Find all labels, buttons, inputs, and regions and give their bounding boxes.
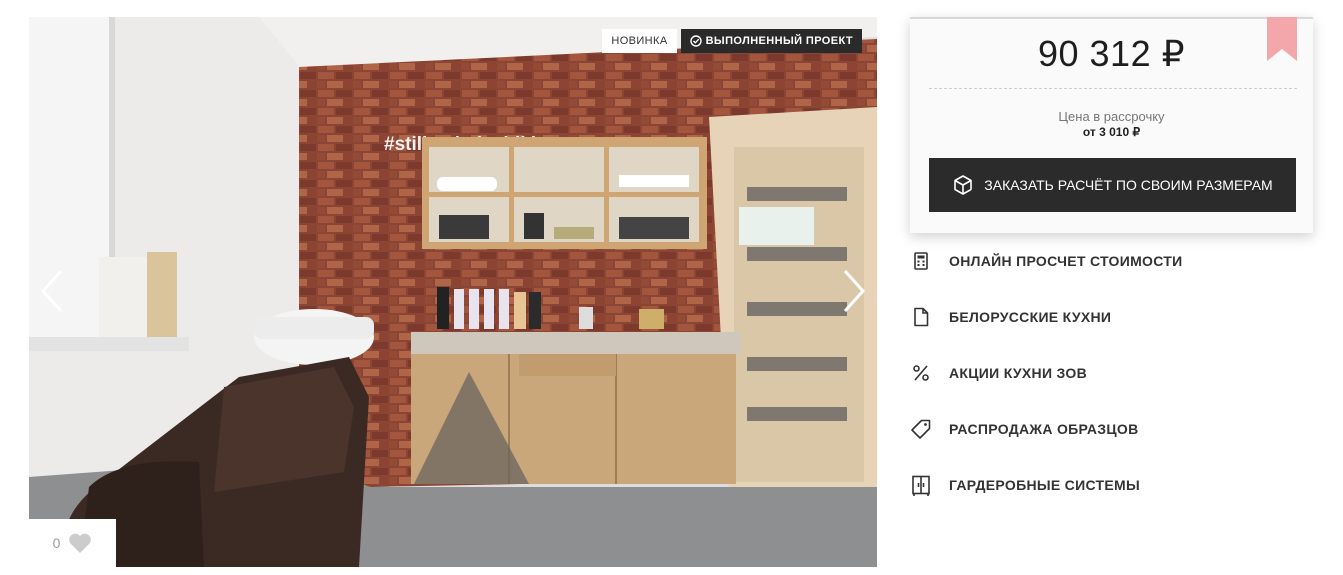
link-sample-sale[interactable]: РАСПРОДАЖА ОБРАЗЦОВ (910, 401, 1310, 457)
installment-value: от 3 010 ₽ (1082, 125, 1141, 139)
check-circle-icon (689, 35, 702, 47)
next-slide-button[interactable] (839, 269, 869, 313)
completed-project-label: ВЫПОЛНЕННЫЙ ПРОЕКТ (705, 35, 853, 47)
link-label: РАСПРОДАЖА ОБРАЗЦОВ (949, 421, 1139, 437)
like-count: 0 (52, 535, 61, 551)
document-icon (910, 306, 932, 328)
wardrobe-icon (910, 474, 932, 496)
link-label: ОНЛАЙН ПРОСЧЕТ СТОИМОСТИ (949, 253, 1183, 269)
product-photo: #stilist_balashikha (29, 17, 877, 567)
percent-icon (910, 362, 932, 384)
badges: НОВИНКА ВЫПОЛНЕННЫЙ ПРОЕКТ (602, 29, 862, 53)
new-badge: НОВИНКА (602, 29, 677, 53)
like-button[interactable]: 0 (29, 519, 116, 567)
heart-icon (69, 533, 92, 553)
price-card: 90 312 ₽ Цена в рассрочку от 3 010 ₽ ЗАК… (910, 17, 1313, 233)
installment-label: Цена в рассрочку (1058, 109, 1165, 124)
link-label: АКЦИИ КУХНИ ЗОВ (949, 365, 1087, 381)
link-label: БЕЛОРУССКИЕ КУХНИ (949, 309, 1112, 325)
calculator-icon (910, 250, 932, 272)
link-promotions[interactable]: АКЦИИ КУХНИ ЗОВ (910, 345, 1310, 401)
product-gallery: #stilist_balashikha (29, 17, 877, 567)
link-online-calculation[interactable]: ОНЛАЙН ПРОСЧЕТ СТОИМОСТИ (910, 233, 1310, 289)
chevron-left-icon (40, 269, 63, 313)
order-calculation-button[interactable]: ЗАКАЗАТЬ РАСЧЁТ ПО СВОИМ РАЗМЕРАМ (929, 158, 1296, 212)
chevron-right-icon (843, 269, 866, 313)
link-label: ГАРДЕРОБНЫЕ СИСТЕМЫ (949, 477, 1140, 493)
price-divider (929, 88, 1297, 89)
link-belarusian-kitchens[interactable]: БЕЛОРУССКИЕ КУХНИ (910, 289, 1310, 345)
link-wardrobe-systems[interactable]: ГАРДЕРОБНЫЕ СИСТЕМЫ (910, 457, 1310, 513)
info-links: ОНЛАЙН ПРОСЧЕТ СТОИМОСТИ БЕЛОРУССКИЕ КУХ… (910, 233, 1310, 513)
order-button-label: ЗАКАЗАТЬ РАСЧЁТ ПО СВОИМ РАЗМЕРАМ (984, 177, 1273, 193)
prev-slide-button[interactable] (37, 269, 67, 313)
tag-icon (910, 418, 932, 440)
completed-project-badge: ВЫПОЛНЕННЫЙ ПРОЕКТ (680, 29, 862, 53)
price-amount: 90 312 ₽ (1037, 33, 1185, 74)
box-icon (954, 175, 973, 195)
